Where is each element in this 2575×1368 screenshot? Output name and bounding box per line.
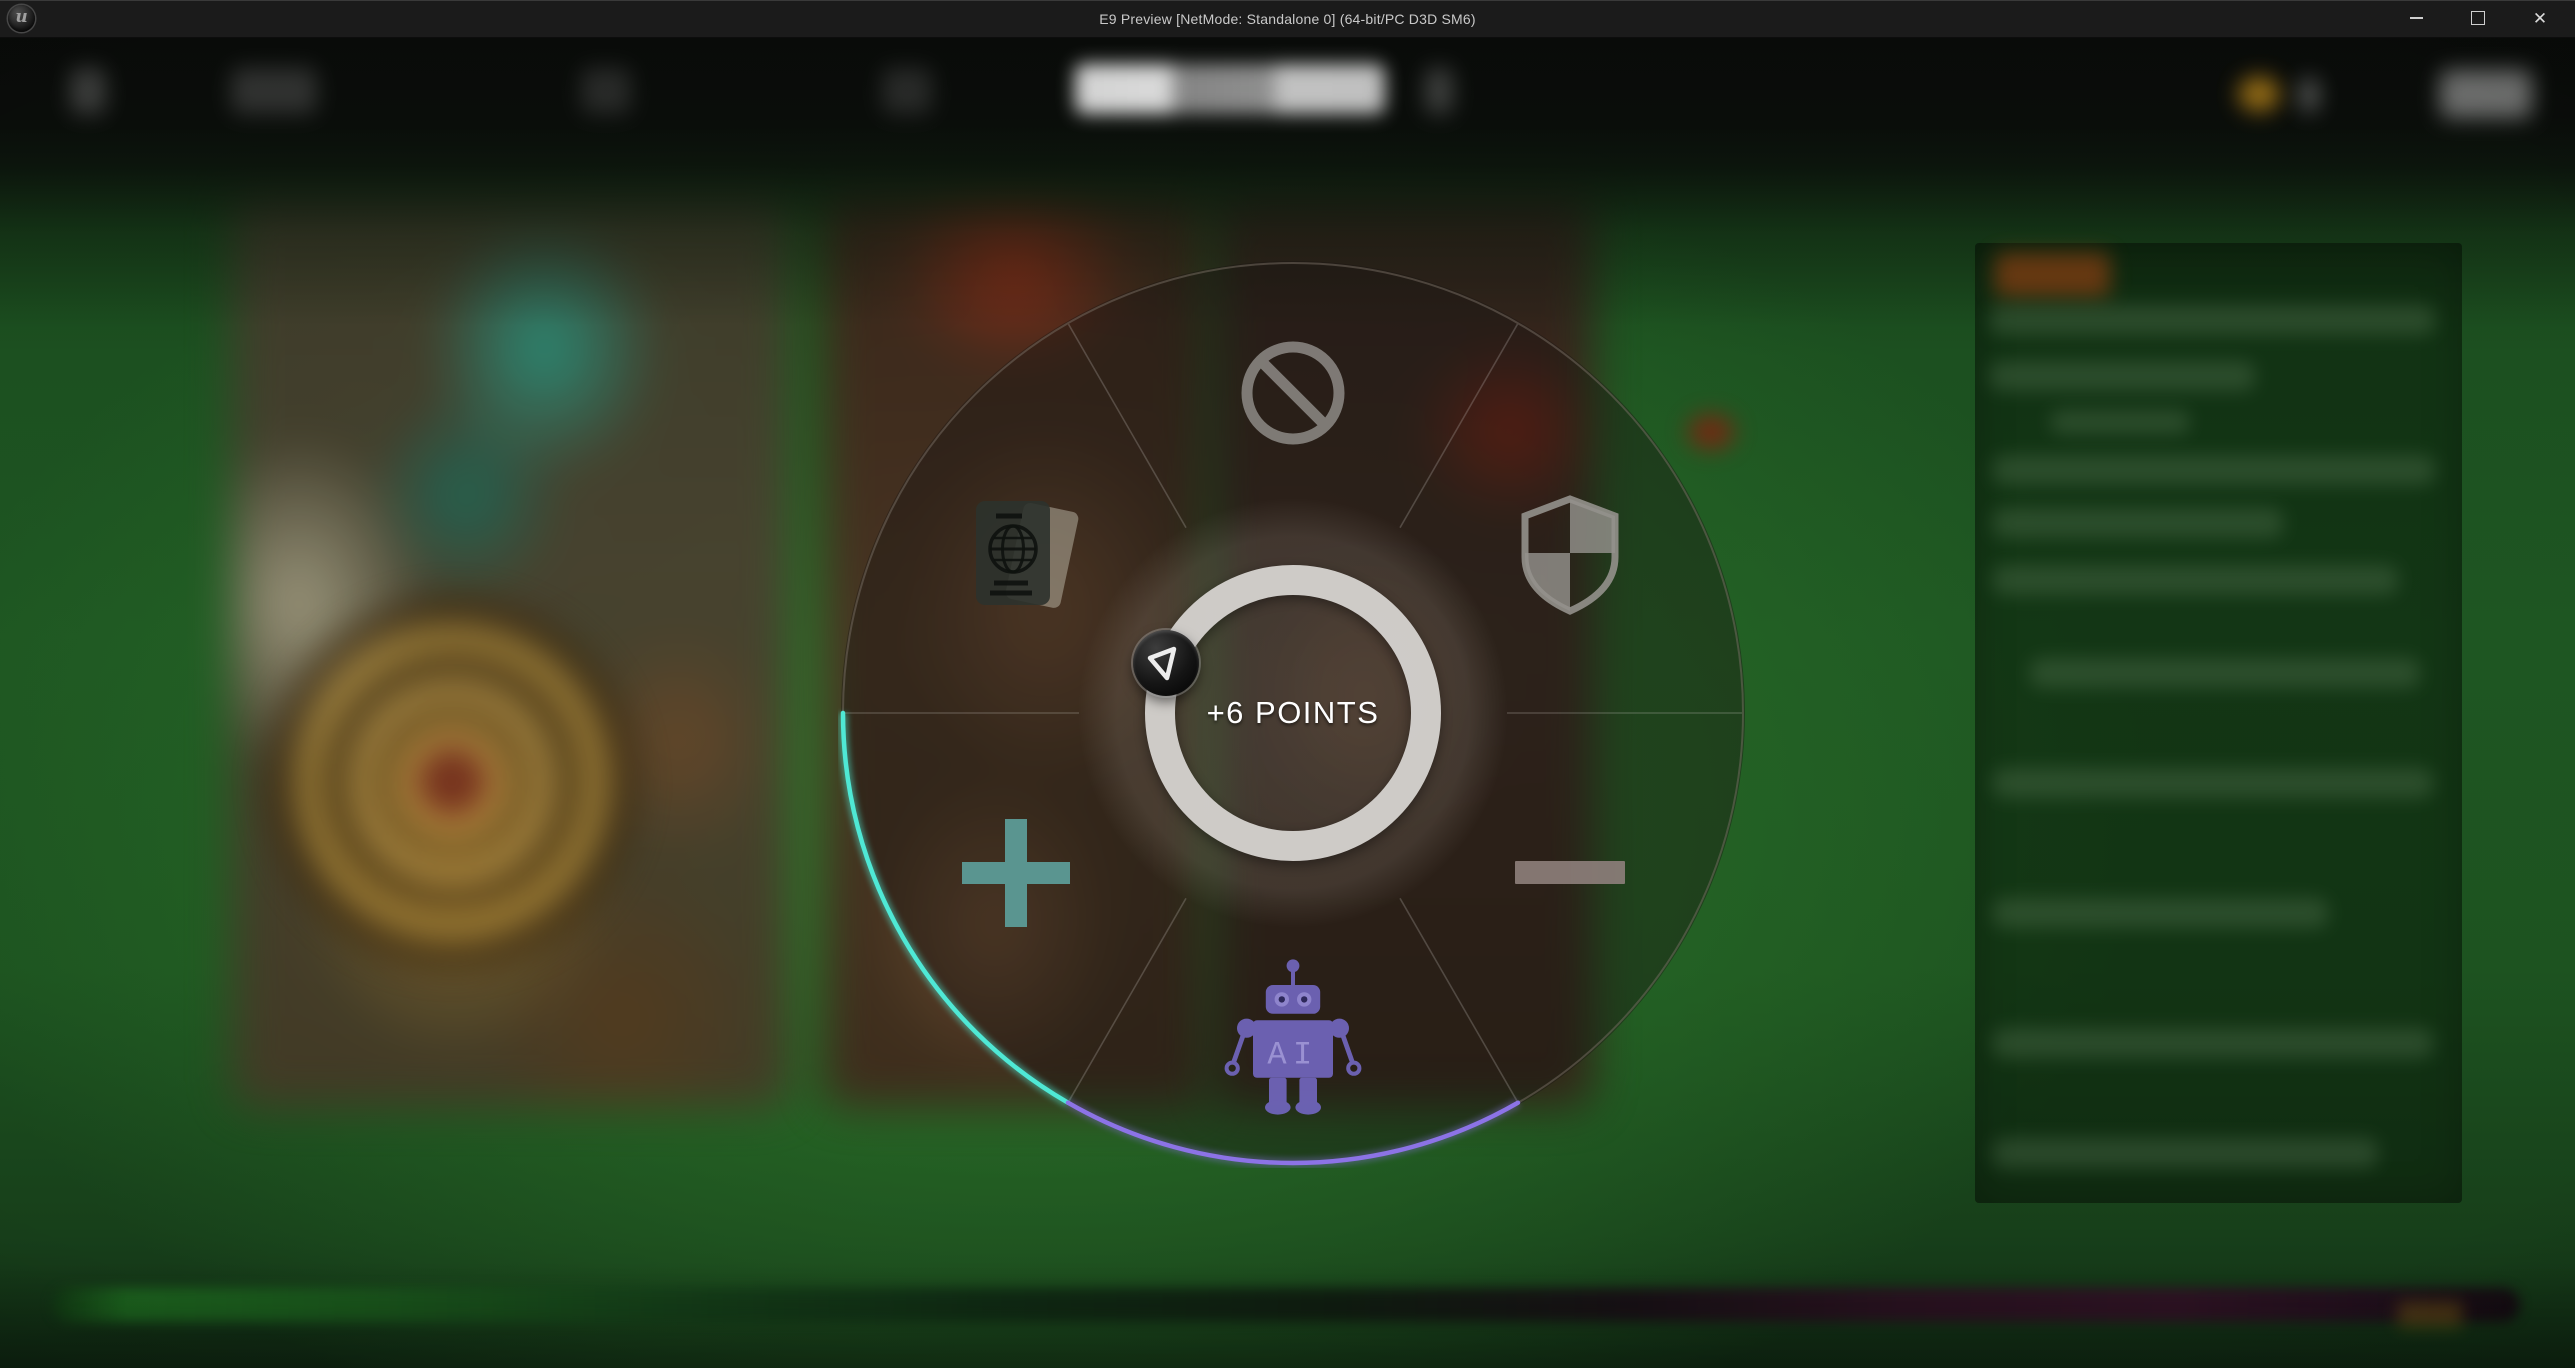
window-controls: ✕: [2385, 0, 2571, 36]
blurred-coin-icon: [2238, 76, 2280, 112]
blurred-toolbar-item: [2300, 78, 2318, 112]
maximize-icon: [2471, 11, 2485, 25]
app-window: u E9 Preview [NetMode: Standalone 0] (64…: [0, 0, 2575, 1368]
unreal-logo-glyph: u: [15, 9, 27, 26]
blurred-instructions-panel: [1975, 243, 2462, 1203]
blurred-toolbar-item: [231, 68, 317, 114]
window-title: E9 Preview [NetMode: Standalone 0] (64-b…: [0, 11, 2575, 27]
minimize-button[interactable]: [2385, 0, 2447, 36]
game-cursor[interactable]: [1133, 630, 1199, 696]
blurred-text-line: [1993, 898, 2328, 928]
blurred-text-line: [1993, 1138, 2378, 1168]
blurred-menu-button: [2440, 70, 2532, 118]
blurred-caption: [2398, 1302, 2462, 1328]
ai-robot-label: AI: [1267, 1036, 1318, 1073]
title-bar: u E9 Preview [NetMode: Standalone 0] (64…: [0, 0, 2575, 38]
blurred-text-line: [1993, 565, 2398, 595]
blurred-text-line: [1993, 455, 2435, 485]
minus-icon[interactable]: [1515, 861, 1625, 884]
maximize-button[interactable]: [2447, 0, 2509, 36]
blurred-segmented-control: [1075, 64, 1385, 114]
blurred-text-line: [1990, 361, 2255, 391]
close-icon: ✕: [2533, 10, 2547, 27]
cursor-arrow-icon: [1133, 630, 1199, 696]
blurred-text-line: [1990, 305, 2435, 335]
blurred-toolbar-item: [70, 68, 106, 114]
minimize-icon: [2410, 17, 2423, 19]
blurred-text-line: [2030, 658, 2420, 688]
blurred-text-line: [1993, 1028, 2433, 1058]
points-label: +6 POINTS: [1043, 695, 1543, 731]
blurred-text-line: [1993, 768, 2433, 798]
unreal-logo-icon: u: [8, 5, 35, 32]
blurred-text-line: [2050, 410, 2190, 434]
blurred-toolbar-item: [581, 68, 631, 114]
blurred-progress-bar: [52, 1288, 2520, 1322]
blurred-toolbar-item: [882, 68, 932, 114]
blurred-panel-heading: [1995, 253, 2110, 297]
blurred-toolbar-item: [1425, 68, 1453, 114]
close-button[interactable]: ✕: [2509, 0, 2571, 36]
blurred-text-line: [1993, 508, 2283, 538]
blurred-roulette-wheel: [262, 592, 642, 972]
